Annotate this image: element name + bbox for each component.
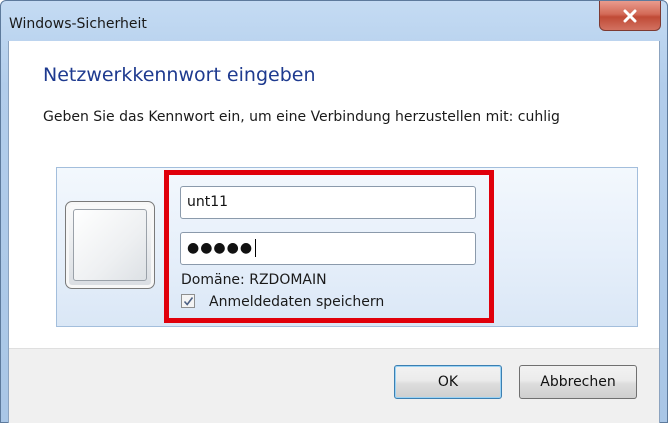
dialog-heading: Netzwerkkennwort eingeben	[43, 64, 316, 86]
user-tile-icon	[65, 201, 155, 289]
close-button[interactable]	[599, 1, 661, 31]
highlight-box	[164, 170, 494, 323]
close-icon	[623, 9, 637, 22]
ok-button[interactable]: OK	[394, 365, 502, 399]
window-title: Windows-Sicherheit	[9, 16, 147, 32]
user-tile-picture	[73, 209, 147, 281]
cancel-button[interactable]: Abbrechen	[519, 365, 637, 399]
dialog-subheading: Geben Sie das Kennwort ein, um eine Verb…	[43, 109, 560, 125]
